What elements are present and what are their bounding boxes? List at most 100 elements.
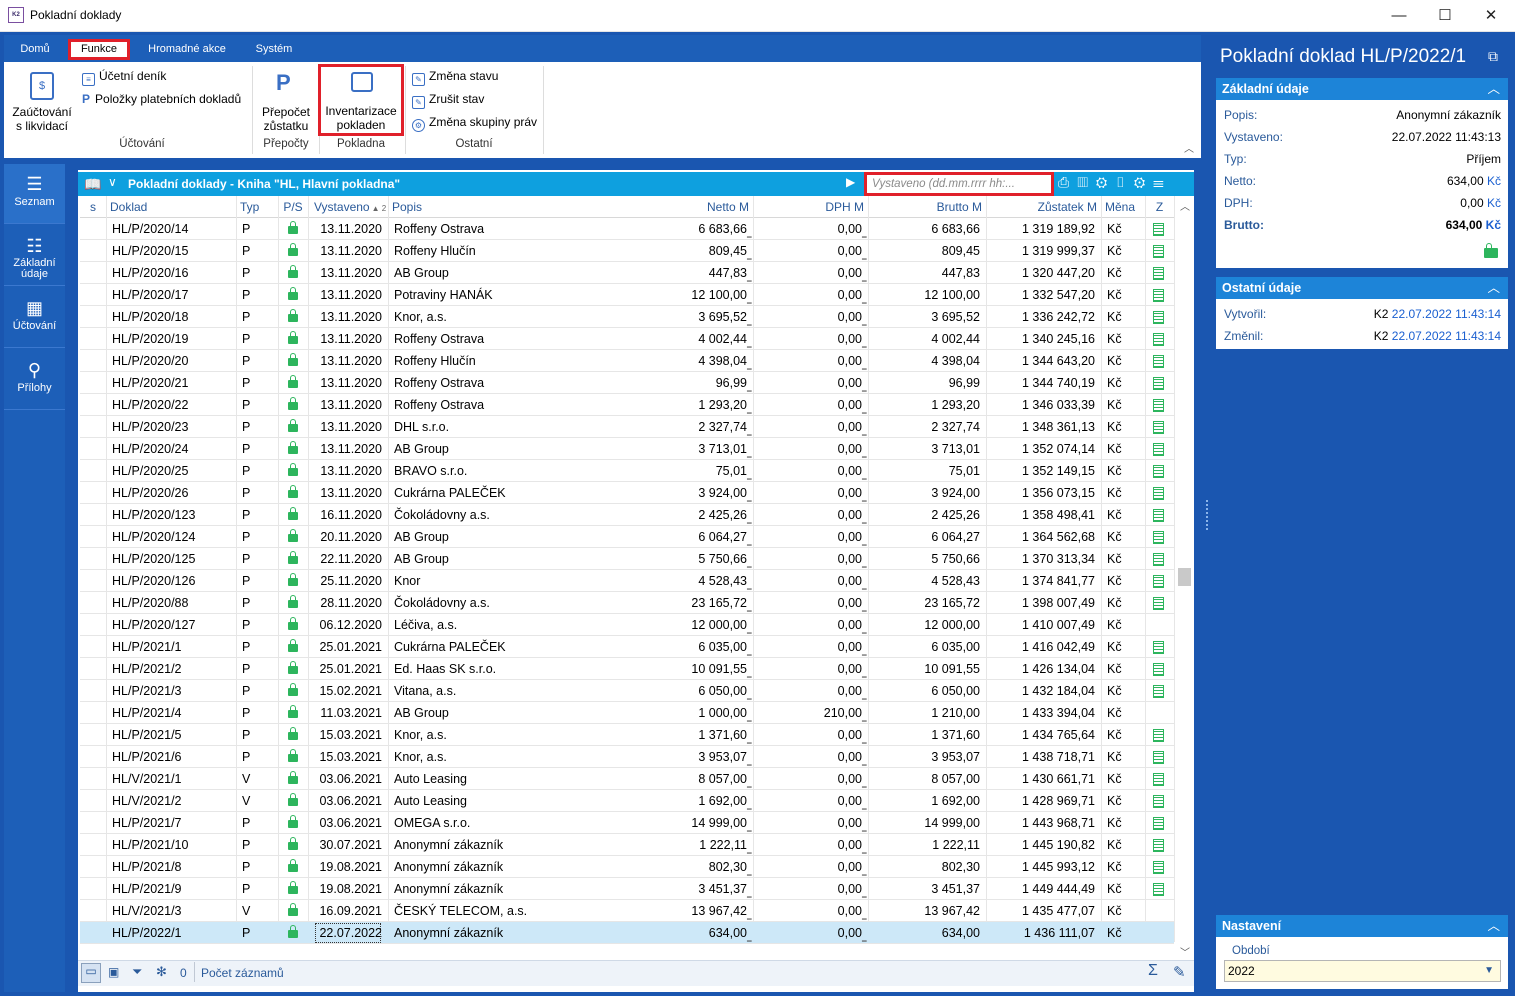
table-row[interactable]: HL/P/2020/22 P 13.11.2020 Roffeny Ostrava 1 … (80, 394, 1174, 416)
table-row[interactable]: HL/P/2021/2 P 25.01.2021 Ed. Haas SK s.r.o.… (80, 658, 1174, 680)
zmena-stavu-button[interactable]: ✎ Změna stavu (412, 69, 498, 86)
table-row[interactable]: HL/P/2020/124 P 20.11.2020 AB Group 6 064,27… (80, 526, 1174, 548)
table-row[interactable]: HL/P/2021/10 P 30.07.2021 Anonymní zákazník… (80, 834, 1174, 856)
posted-calculator-icon[interactable] (1153, 240, 1169, 262)
posted-calculator-icon[interactable] (1153, 724, 1169, 746)
scroll-up-icon[interactable]: ︿ (1180, 198, 1190, 213)
table-row[interactable]: HL/P/2020/19 P 13.11.2020 Roffeny Ostrava 4 … (80, 328, 1174, 350)
form-icon[interactable]: ▣ (108, 965, 119, 979)
tab-funkce[interactable]: Funkce (68, 39, 130, 60)
table-row[interactable]: HL/P/2021/7 P 03.06.2021 OMEGA s.r.o. 14 999… (80, 812, 1174, 834)
posted-calculator-icon[interactable] (1153, 526, 1169, 548)
sum-icon[interactable]: Σ (1148, 962, 1158, 980)
minimize-icon[interactable]: — (1376, 0, 1422, 32)
posted-calculator-icon[interactable] (1153, 504, 1169, 526)
currency-link[interactable]: Kč (1487, 174, 1501, 188)
posted-calculator-icon[interactable] (1153, 350, 1169, 372)
maximize-icon[interactable]: ☐ (1422, 0, 1468, 32)
table-row[interactable]: HL/P/2020/123 P 16.11.2020 Čokoládovny a.s.… (80, 504, 1174, 526)
table-row[interactable]: HL/P/2021/6 P 15.03.2021 Knor, a.s. 3 953,07… (80, 746, 1174, 768)
table-row[interactable]: HL/P/2020/17 P 13.11.2020 Potraviny HANÁK 12… (80, 284, 1174, 306)
posted-calculator-icon[interactable] (1153, 372, 1169, 394)
table-row[interactable]: HL/P/2021/5 P 15.03.2021 Knor, a.s. 1 371,60… (80, 724, 1174, 746)
posted-calculator-icon[interactable] (1153, 306, 1169, 328)
book-view-icon[interactable]: ▭ (81, 963, 101, 983)
posted-calculator-icon[interactable] (1153, 790, 1169, 812)
posted-calculator-icon[interactable] (1153, 570, 1169, 592)
table-row[interactable]: HL/P/2020/15 P 13.11.2020 Roffeny Hlučín 809… (80, 240, 1174, 262)
column-header-4[interactable]: Vystaveno ▲ 2 (314, 196, 386, 218)
posted-calculator-icon[interactable] (1153, 856, 1169, 878)
collapse-ribbon-icon[interactable]: ︿ (1184, 140, 1194, 155)
zmena-skupiny-button[interactable]: ⚙ Změna skupiny práv (412, 115, 537, 132)
scroll-down-icon[interactable]: ﹀ (1180, 944, 1190, 959)
table-row[interactable]: HL/P/2021/8 P 19.08.2021 Anonymní zákazník 8… (80, 856, 1174, 878)
chevron-up-icon[interactable]: ︿ (1487, 915, 1500, 937)
chevron-up-icon[interactable]: ︿ (1487, 78, 1500, 100)
currency-link[interactable]: Kč (1486, 218, 1501, 232)
ucetni-denik-button[interactable]: ≡ Účetní deník (82, 69, 166, 86)
posted-calculator-icon[interactable] (1153, 482, 1169, 504)
posted-calculator-icon[interactable] (1153, 438, 1169, 460)
posted-calculator-icon[interactable] (1153, 658, 1169, 680)
posted-calculator-icon[interactable] (1153, 768, 1169, 790)
posted-calculator-icon[interactable] (1153, 218, 1169, 240)
period-select[interactable]: 2022 ▼ (1224, 960, 1501, 982)
table-row[interactable]: HL/P/2020/127 P 06.12.2020 Léčiva, a.s. 12 0… (80, 614, 1174, 636)
column-header-8[interactable]: Brutto M (872, 196, 982, 218)
table-row[interactable]: HL/P/2020/24 P 13.11.2020 AB Group 3 713,01 ▁… (80, 438, 1174, 460)
record-count-button[interactable]: Počet záznamů (201, 966, 284, 980)
table-row[interactable]: HL/P/2020/14 P 13.11.2020 Roffeny Ostrava 6 … (80, 218, 1174, 240)
snowflake-icon[interactable]: ✻ (156, 964, 167, 980)
nav-seznam[interactable]: ☰ Seznam (4, 164, 65, 224)
prepocet-button[interactable]: Přepočet zůstatku (258, 105, 314, 133)
table-row[interactable]: HL/P/2021/1 P 25.01.2021 Cukrárna PALEČEK 6 … (80, 636, 1174, 658)
open-external-icon[interactable]: ⧉ (1488, 48, 1498, 65)
table-row[interactable]: HL/P/2020/21 P 13.11.2020 Roffeny Ostrava 96… (80, 372, 1174, 394)
table-row[interactable]: HL/P/2020/26 P 13.11.2020 Cukrárna PALEČEK 3… (80, 482, 1174, 504)
posted-calculator-icon[interactable] (1153, 592, 1169, 614)
table-row[interactable]: HL/P/2020/16 P 13.11.2020 AB Group 447,83 ▁ 0,… (80, 262, 1174, 284)
chevron-up-icon[interactable]: ︿ (1487, 277, 1500, 299)
posted-calculator-icon[interactable] (1153, 548, 1169, 570)
column-header-11[interactable]: Z (1149, 196, 1170, 218)
table-row[interactable]: HL/P/2020/125 P 22.11.2020 AB Group 5 750,66… (80, 548, 1174, 570)
zauctovani-button[interactable]: Zaúčtování s likvidací (10, 105, 74, 133)
splitter-handle[interactable] (1206, 500, 1210, 530)
table-row[interactable]: HL/P/2020/20 P 13.11.2020 Roffeny Hlučín 4 3… (80, 350, 1174, 372)
table-row[interactable]: HL/V/2021/1 V 03.06.2021 Auto Leasing 8 057,… (80, 768, 1174, 790)
posted-calculator-icon[interactable] (1153, 746, 1169, 768)
posted-calculator-icon[interactable] (1153, 394, 1169, 416)
posted-calculator-icon[interactable] (1153, 460, 1169, 482)
posted-calculator-icon[interactable] (1153, 262, 1169, 284)
posted-calculator-icon[interactable] (1153, 636, 1169, 658)
table-row[interactable]: HL/P/2022/1 P 22.07.2022 Anonymní zákazník 6… (80, 922, 1174, 944)
column-header-2[interactable]: Typ (240, 196, 274, 218)
table-row[interactable]: HL/P/2021/3 P 15.02.2021 Vitana, a.s. 6 050,… (80, 680, 1174, 702)
grid-toolbar-icons[interactable]: ⎙▥⚙▯⚙☰ (1058, 174, 1172, 191)
zrusit-stav-button[interactable]: ✎ Zrušit stav (412, 92, 484, 109)
posted-calculator-icon[interactable] (1153, 328, 1169, 350)
search-input[interactable]: Vystaveno (dd.mm.rrrr hh:... (864, 172, 1054, 196)
posted-calculator-icon[interactable] (1153, 680, 1169, 702)
posted-calculator-icon[interactable] (1153, 812, 1169, 834)
posted-calculator-icon[interactable] (1153, 284, 1169, 306)
book-icon[interactable]: 📖 (84, 176, 101, 193)
currency-link[interactable]: Kč (1487, 196, 1501, 210)
table-row[interactable]: HL/P/2020/88 P 28.11.2020 Čokoládovny a.s. 2… (80, 592, 1174, 614)
nav-uctovani[interactable]: ▦ Účtování (4, 288, 65, 348)
table-row[interactable]: HL/P/2020/23 P 13.11.2020 DHL s.r.o. 2 327,7… (80, 416, 1174, 438)
tab-domu[interactable]: Domů (10, 39, 60, 60)
column-header-10[interactable]: Měna (1105, 196, 1141, 218)
basic-section-header[interactable]: Základní údaje ︿ (1216, 78, 1508, 100)
polozky-button[interactable]: P Položky platebních dokladů (82, 92, 241, 106)
tab-hromadne-akce[interactable]: Hromadné akce (140, 39, 234, 60)
table-row[interactable]: HL/P/2020/126 P 25.11.2020 Knor 4 528,43 ▁ 0,0… (80, 570, 1174, 592)
column-header-9[interactable]: Zůstatek M (990, 196, 1097, 218)
scrollbar-thumb[interactable] (1178, 568, 1191, 586)
chevron-down-icon[interactable]: ∨ (108, 175, 117, 189)
table-row[interactable]: HL/P/2021/4 P 11.03.2021 AB Group 1 000,00 ▁ 2… (80, 702, 1174, 724)
posted-calculator-icon[interactable] (1153, 834, 1169, 856)
close-icon[interactable]: ✕ (1468, 0, 1514, 32)
table-row[interactable]: HL/V/2021/3 V 16.09.2021 ČESKÝ TELECOM, a.s… (80, 900, 1174, 922)
